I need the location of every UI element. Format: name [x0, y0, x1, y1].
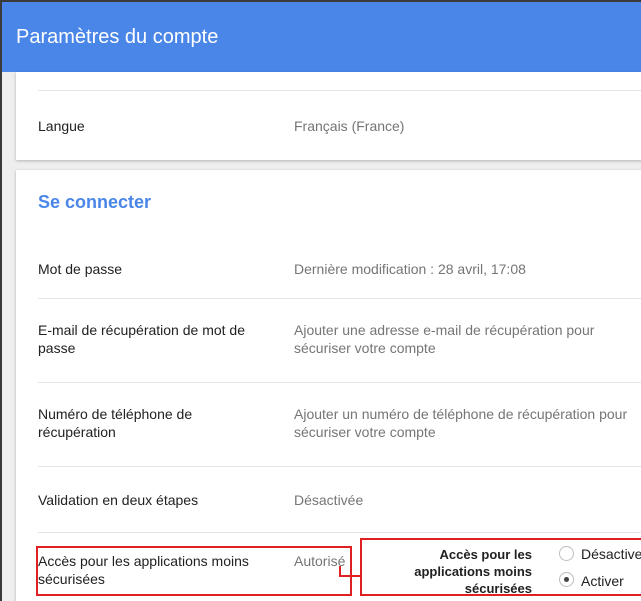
language-value: Français (France) — [294, 118, 405, 134]
less-secure-apps-popup: Accès pour les applications moins sécuri… — [360, 538, 641, 596]
language-row[interactable]: Langue Français (France) — [38, 90, 641, 160]
recovery-phone-label: Numéro de téléphone de récupération — [38, 406, 193, 440]
two-step-value: Désactivée — [294, 492, 364, 508]
recovery-phone-row[interactable]: Numéro de téléphone de récupération Ajou… — [38, 382, 641, 466]
radio-disable[interactable] — [559, 546, 574, 561]
highlight-box-label — [36, 546, 352, 596]
password-label: Mot de passe — [38, 261, 123, 277]
recovery-email-row[interactable]: E-mail de récupération de mot de passe A… — [38, 298, 641, 382]
radio-enable[interactable] — [559, 572, 574, 587]
language-label: Langue — [38, 118, 85, 134]
two-step-label: Validation en deux étapes — [38, 492, 199, 508]
two-step-row[interactable]: Validation en deux étapes Désactivée — [38, 466, 641, 532]
popup-title: Accès pour les applications moins sécuri… — [414, 547, 532, 596]
signin-card: Se connecter Mot de passe Dernière modif… — [16, 170, 641, 601]
radio-disable-label[interactable]: Désactiver — [581, 546, 641, 562]
language-card: Langue Français (France) — [16, 72, 641, 160]
recovery-email-value: Ajouter une adresse e-mail de récupérati… — [294, 322, 595, 356]
password-row[interactable]: Mot de passe Dernière modification : 28 … — [38, 226, 641, 298]
page-header: Paramètres du compte — [2, 2, 641, 72]
radio-enable-label[interactable]: Activer — [581, 573, 624, 589]
settings-window: Paramètres du compte Langue Français (Fr… — [0, 0, 641, 601]
signin-section-title: Se connecter — [38, 192, 152, 212]
recovery-phone-value: Ajouter un numéro de téléphone de récupé… — [294, 406, 628, 440]
recovery-email-label: E-mail de récupération de mot de passe — [38, 322, 245, 356]
password-value: Dernière modification : 28 avril, 17:08 — [294, 261, 526, 277]
page-title: Paramètres du compte — [16, 26, 219, 48]
